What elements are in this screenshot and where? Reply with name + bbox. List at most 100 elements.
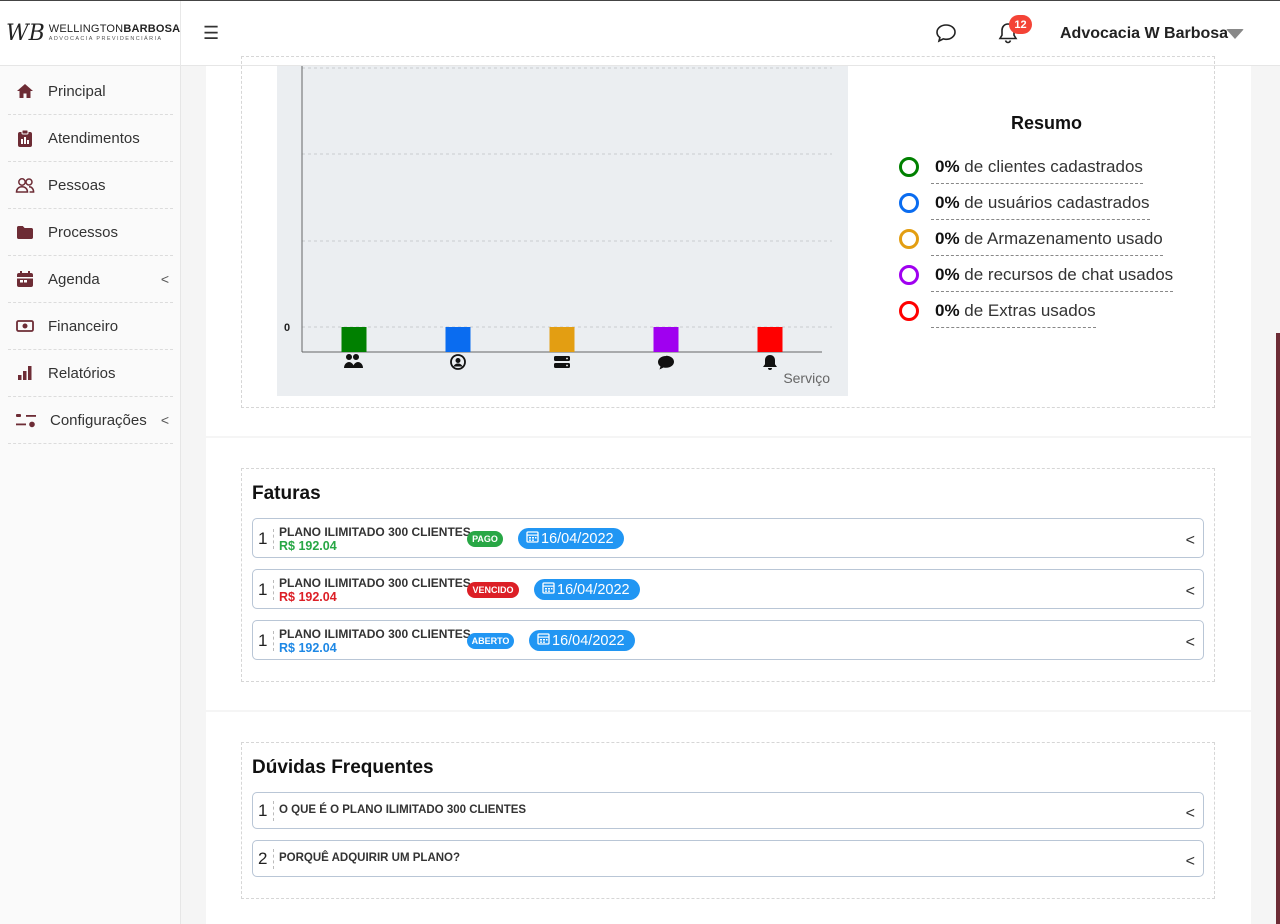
sliders-icon	[14, 409, 38, 431]
user-circle-icon	[450, 354, 466, 370]
resumo-text: de recursos de chat usados	[959, 264, 1174, 284]
invoice-row[interactable]: 1 PLANO ILIMITADO 300 CLIENTES R$ 192.04…	[252, 620, 1204, 660]
users-icon	[14, 174, 36, 196]
sidebar-item-agenda[interactable]: Agenda <	[8, 256, 173, 303]
user-menu-caret-icon[interactable]	[1226, 29, 1244, 39]
users-icon	[344, 354, 363, 368]
sidebar-item-atendimentos[interactable]: Atendimentos	[8, 115, 173, 162]
sidebar-item-pessoas[interactable]: Pessoas	[8, 162, 173, 209]
resumo-text: de clientes cadastrados	[959, 156, 1143, 176]
brand-logo[interactable]: WB WELLINGTONBARBOSA ADVOCACIA PREVIDENC…	[0, 1, 181, 66]
invoice-value: R$ 192.04	[279, 539, 337, 553]
sidebar-item-label: Agenda	[48, 270, 100, 288]
invoice-value: R$ 192.04	[279, 641, 337, 655]
logo-monogram: WB	[6, 21, 45, 46]
row-number: 1	[258, 580, 275, 600]
chevron-left-icon[interactable]: <	[1186, 532, 1195, 550]
sidebar-item-relatorios[interactable]: Relatórios	[8, 350, 173, 397]
row-number: 1	[258, 801, 275, 821]
notification-count-badge: 12	[1009, 15, 1032, 34]
date-pill: 16/04/2022	[529, 630, 635, 651]
resumo-percent: 0%	[935, 264, 960, 284]
logo-name-light: WELLINGTON	[48, 23, 124, 36]
chevron-left-icon[interactable]: <	[1186, 805, 1195, 823]
resumo-text: de Extras usados	[959, 300, 1096, 320]
faq-title: Dúvidas Frequentes	[252, 757, 434, 778]
invoice-value: R$ 192.04	[279, 590, 337, 604]
sidebar-item-label: Configurações	[50, 411, 147, 429]
sidebar-item-configuracoes[interactable]: Configurações <	[8, 397, 173, 444]
home-icon	[14, 80, 36, 102]
bar-usuários	[445, 327, 471, 352]
bar-armazenamento	[549, 327, 575, 352]
bar-chart-icon	[14, 362, 36, 384]
status-circle-icon	[899, 229, 919, 249]
logo-subtitle: ADVOCACIA PREVIDENCIÁRIA	[48, 36, 163, 43]
user-menu-name[interactable]: Advocacia W Barbosa	[1060, 25, 1228, 43]
faq-row[interactable]: 1 O QUE É O PLANO ILIMITADO 300 CLIENTES…	[252, 792, 1204, 829]
sidebar: Principal Atendimentos Pessoas Processos…	[0, 66, 181, 924]
money-icon	[14, 315, 36, 337]
folder-icon	[14, 221, 36, 243]
sidebar-item-label: Principal	[48, 82, 106, 100]
date-pill: 16/04/2022	[518, 528, 624, 549]
calendar-icon	[537, 632, 550, 649]
bar-clientes	[341, 327, 367, 352]
storage-icon	[554, 356, 570, 368]
status-badge: VENCIDO	[467, 582, 519, 598]
status-circle-icon	[899, 301, 919, 321]
clipboard-icon	[14, 127, 36, 149]
menu-toggle-icon[interactable]: ☰	[203, 23, 219, 44]
scrollbar-indicator[interactable]	[1276, 333, 1280, 924]
status-badge: PAGO	[467, 531, 503, 547]
bell-icon	[763, 355, 777, 370]
faq-question: PORQUÊ ADQUIRIR UM PLANO?	[279, 852, 461, 864]
chat-icon	[658, 355, 674, 370]
chevron-left-icon[interactable]: <	[1186, 583, 1195, 601]
chevron-left-icon[interactable]: <	[161, 412, 169, 428]
resumo-item: 0% de Extras usados	[899, 296, 1096, 328]
status-circle-icon	[899, 193, 919, 213]
chevron-left-icon[interactable]: <	[1186, 853, 1195, 871]
status-badge: ABERTO	[467, 633, 514, 649]
sidebar-item-processos[interactable]: Processos	[8, 209, 173, 256]
chevron-left-icon[interactable]: <	[1186, 634, 1195, 652]
row-number: 1	[258, 529, 275, 549]
resumo-percent: 0%	[935, 156, 960, 176]
usage-bar-chart: 0 Serviço	[284, 66, 832, 386]
resumo-item: 0% de Armazenamento usado	[899, 224, 1163, 256]
calendar-icon	[526, 530, 539, 547]
sidebar-item-principal[interactable]: Principal	[8, 68, 173, 115]
usage-card: 0 Serviço Resumo 0% de clientes cadastrad…	[206, 56, 1251, 436]
faq-question: O QUE É O PLANO ILIMITADO 300 CLIENTES	[279, 804, 527, 816]
x-axis-label: Serviço	[783, 370, 830, 386]
faq-card: Dúvidas Frequentes 1 O QUE É O PLANO ILI…	[206, 712, 1251, 924]
y-tick-label: 0	[284, 322, 290, 334]
resumo-text: de Armazenamento usado	[959, 228, 1163, 248]
resumo-percent: 0%	[935, 300, 960, 320]
sidebar-item-financeiro[interactable]: Financeiro	[8, 303, 173, 350]
resumo-item: 0% de clientes cadastrados	[899, 152, 1143, 184]
faturas-title: Faturas	[252, 483, 321, 504]
chat-icon[interactable]	[934, 21, 958, 45]
resumo-item: 0% de recursos de chat usados	[899, 260, 1174, 292]
chevron-left-icon[interactable]: <	[161, 271, 169, 287]
resumo-percent: 0%	[935, 228, 960, 248]
sidebar-item-label: Atendimentos	[48, 129, 140, 147]
resumo-item: 0% de usuários cadastrados	[899, 188, 1150, 220]
invoice-date: 16/04/2022	[557, 581, 630, 598]
invoice-plan-name: PLANO ILIMITADO 300 CLIENTES	[279, 627, 471, 641]
faq-row[interactable]: 2 PORQUÊ ADQUIRIR UM PLANO? <	[252, 840, 1204, 877]
status-circle-icon	[899, 265, 919, 285]
invoice-date: 16/04/2022	[552, 632, 625, 649]
invoice-row[interactable]: 1 PLANO ILIMITADO 300 CLIENTES R$ 192.04…	[252, 569, 1204, 609]
resumo-percent: 0%	[935, 192, 960, 212]
logo-text: WELLINGTONBARBOSA ADVOCACIA PREVIDENCIÁR…	[49, 24, 181, 43]
invoice-row[interactable]: 1 PLANO ILIMITADO 300 CLIENTES R$ 192.04…	[252, 518, 1204, 558]
date-pill: 16/04/2022	[534, 579, 640, 600]
resumo-text: de usuários cadastrados	[959, 192, 1150, 212]
sidebar-item-label: Pessoas	[48, 176, 106, 194]
main-content: 0 Serviço Resumo 0% de clientes cadastrad…	[181, 56, 1280, 924]
sidebar-item-label: Financeiro	[48, 317, 119, 335]
sidebar-item-label: Processos	[48, 223, 119, 241]
